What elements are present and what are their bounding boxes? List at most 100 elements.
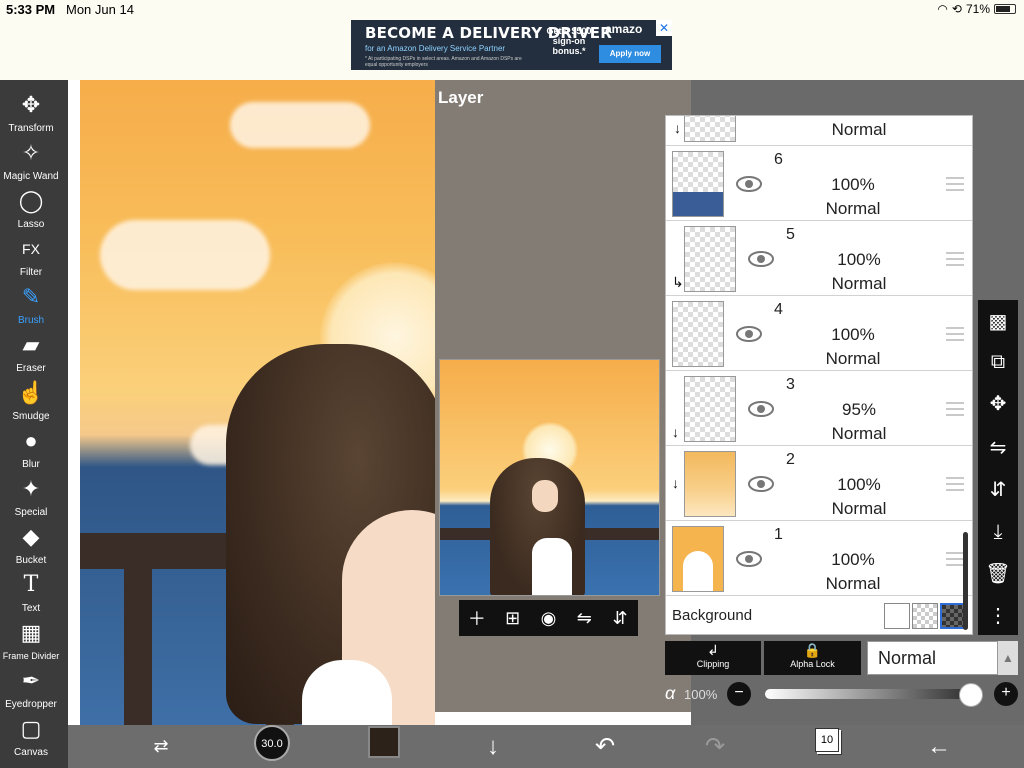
page-count[interactable]: 10 xyxy=(815,728,839,752)
tool-magic-wand[interactable]: ✧ Magic Wand xyxy=(0,138,62,186)
layer-panel-title: Layer xyxy=(438,88,484,107)
tool-filter[interactable]: FX Filter xyxy=(0,234,62,282)
layer-row-partial[interactable]: Normal ↓ xyxy=(666,116,972,146)
tool-eraser[interactable]: ▰ Eraser xyxy=(0,330,62,378)
alpha-lock-button[interactable]: 🔒 Alpha Lock xyxy=(764,641,861,675)
plus-icon[interactable]: + xyxy=(994,682,1018,706)
opacity-slider[interactable] xyxy=(765,689,983,699)
tool-bucket[interactable]: ◆ Bucket xyxy=(0,522,62,570)
ad-banner[interactable]: BECOME A DELIVERY DRIVER for an Amazon D… xyxy=(351,20,672,70)
layer-thumbnail xyxy=(684,226,736,292)
drag-handle-icon[interactable] xyxy=(946,177,964,191)
current-color-swatch[interactable] xyxy=(368,726,400,758)
layer-action-bar: ＋ ⊞ ◉ ⇋ ⇵ xyxy=(459,600,638,636)
layer-scrollbar[interactable] xyxy=(963,532,968,630)
move-layer-content-icon[interactable]: ⧉ xyxy=(978,342,1018,382)
layer-row[interactable]: 6 100% Normal xyxy=(666,147,972,221)
back-arrow-icon[interactable]: ← xyxy=(924,725,954,768)
layer-row[interactable]: 4 100% Normal xyxy=(666,297,972,371)
more-vertical-icon[interactable]: ⋮ xyxy=(978,596,1018,636)
camera-icon[interactable]: ◉ xyxy=(533,608,563,629)
drag-handle-icon[interactable] xyxy=(946,402,964,416)
drawing-canvas[interactable] xyxy=(80,80,435,725)
drag-handle-icon[interactable] xyxy=(946,252,964,266)
merge-down-icon[interactable]: ⤓ xyxy=(978,512,1018,552)
clip-arrow-icon: ↓ xyxy=(674,120,681,136)
tool-label: Smudge xyxy=(12,411,50,422)
tool-label: Frame Divider xyxy=(2,651,60,661)
tool-frame-divider[interactable]: ▦ Frame Divider xyxy=(0,618,62,666)
ad-apply-button[interactable]: Apply now xyxy=(599,45,661,63)
drag-handle-icon[interactable] xyxy=(946,477,964,491)
tool-eyedropper[interactable]: ✒ Eyedropper xyxy=(0,666,62,714)
smudge-icon: ☝ xyxy=(17,380,45,405)
tool-smudge[interactable]: ☝ Smudge xyxy=(0,378,62,426)
eye-icon[interactable] xyxy=(748,475,774,493)
drag-handle-icon[interactable] xyxy=(946,327,964,341)
alpha-symbol: α xyxy=(665,683,676,703)
flip-horizontal-icon[interactable]: ⇋ xyxy=(569,608,599,629)
tool-lasso[interactable]: ◯ Lasso xyxy=(0,186,62,234)
tool-text[interactable]: T Text xyxy=(0,570,62,618)
eyedropper-icon: ✒ xyxy=(21,668,41,693)
eye-icon[interactable] xyxy=(748,400,774,418)
orientation-lock-icon: ⟲ xyxy=(951,2,962,16)
tool-brush[interactable]: ✎ Brush xyxy=(0,282,62,330)
brush-icon: ✎ xyxy=(21,284,41,309)
layer-blend: Normal xyxy=(825,349,881,368)
layer-number: 4 xyxy=(774,301,783,318)
layer-row[interactable]: ↓ 3 95% Normal xyxy=(666,372,972,446)
layer-row[interactable]: ↓ 2 100% Normal xyxy=(666,447,972,521)
flip-horizontal-icon[interactable]: ⇋ xyxy=(978,428,1018,468)
layer-number: 2 xyxy=(786,451,795,468)
eye-icon[interactable] xyxy=(736,325,762,343)
bottom-toolbar: ⇄ ↓ ↶ ↷ ← xyxy=(68,725,1024,768)
brush-swap-icon[interactable]: ⇄ xyxy=(146,725,176,768)
magic-wand-icon: ✧ xyxy=(21,140,41,165)
bg-white-swatch[interactable] xyxy=(884,603,910,629)
clipping-button[interactable]: ↲ Clipping xyxy=(665,641,761,675)
app-root: 5:33 PM Mon Jun 14 ◠ ⟲ 71% BECOME A DELI… xyxy=(0,0,1024,768)
clipping-label: Clipping xyxy=(696,659,730,669)
opacity-slider-knob[interactable] xyxy=(959,683,983,707)
chevron-up-icon[interactable]: ▲ xyxy=(998,641,1018,675)
tool-canvas[interactable]: ▢ Canvas xyxy=(0,714,62,762)
transform-icon[interactable]: ✥ xyxy=(978,384,1018,424)
layer-blend: Normal xyxy=(831,274,887,293)
layer-blend: Normal xyxy=(825,199,881,218)
tool-label: Magic Wand xyxy=(3,171,59,182)
layer-row[interactable]: 1 100% Normal xyxy=(666,522,972,596)
layer-thumbnail xyxy=(684,451,736,517)
add-special-layer-icon[interactable]: ⊞ xyxy=(498,608,528,629)
blend-mode-select[interactable]: Normal xyxy=(867,641,998,675)
redo-icon[interactable]: ↷ xyxy=(700,725,730,768)
battery-percent: 71% xyxy=(965,2,990,16)
tool-blur[interactable]: ● Blur xyxy=(0,426,62,474)
eye-icon[interactable] xyxy=(736,175,762,193)
lasso-icon: ◯ xyxy=(18,188,44,213)
eye-icon[interactable] xyxy=(748,250,774,268)
undo-icon[interactable]: ↶ xyxy=(590,725,620,768)
layer-blend: Normal xyxy=(825,574,881,593)
status-time: 5:33 PM xyxy=(6,2,56,17)
brush-size-indicator[interactable]: 30.0 xyxy=(254,725,290,761)
arrow-down-icon[interactable]: ↓ xyxy=(478,725,508,768)
drag-handle-icon[interactable] xyxy=(946,552,964,566)
checker-icon[interactable]: ▩ xyxy=(978,302,1018,342)
tool-transform[interactable]: ✥ Transform xyxy=(0,90,62,138)
flip-vertical-icon[interactable]: ⇵ xyxy=(605,608,635,629)
flip-vertical-icon[interactable]: ⇵ xyxy=(978,470,1018,510)
drop-icon: ● xyxy=(24,428,38,453)
ad-close-icon[interactable]: ✕ xyxy=(656,20,672,36)
clip-arrow-icon: ↳ xyxy=(672,274,684,290)
layer-number: 5 xyxy=(786,226,795,243)
layer-row[interactable]: ↳ 5 100% Normal xyxy=(666,222,972,296)
background-layer-row[interactable]: Background xyxy=(666,598,972,634)
minus-icon[interactable]: − xyxy=(727,682,751,706)
add-layer-icon[interactable]: ＋ xyxy=(462,605,492,631)
tool-label: Brush xyxy=(17,315,45,326)
trash-icon[interactable]: 🗑 xyxy=(978,554,1018,594)
eye-icon[interactable] xyxy=(736,550,762,568)
bg-transparent-swatch[interactable] xyxy=(912,603,938,629)
tool-special[interactable]: ✦ Special xyxy=(0,474,62,522)
